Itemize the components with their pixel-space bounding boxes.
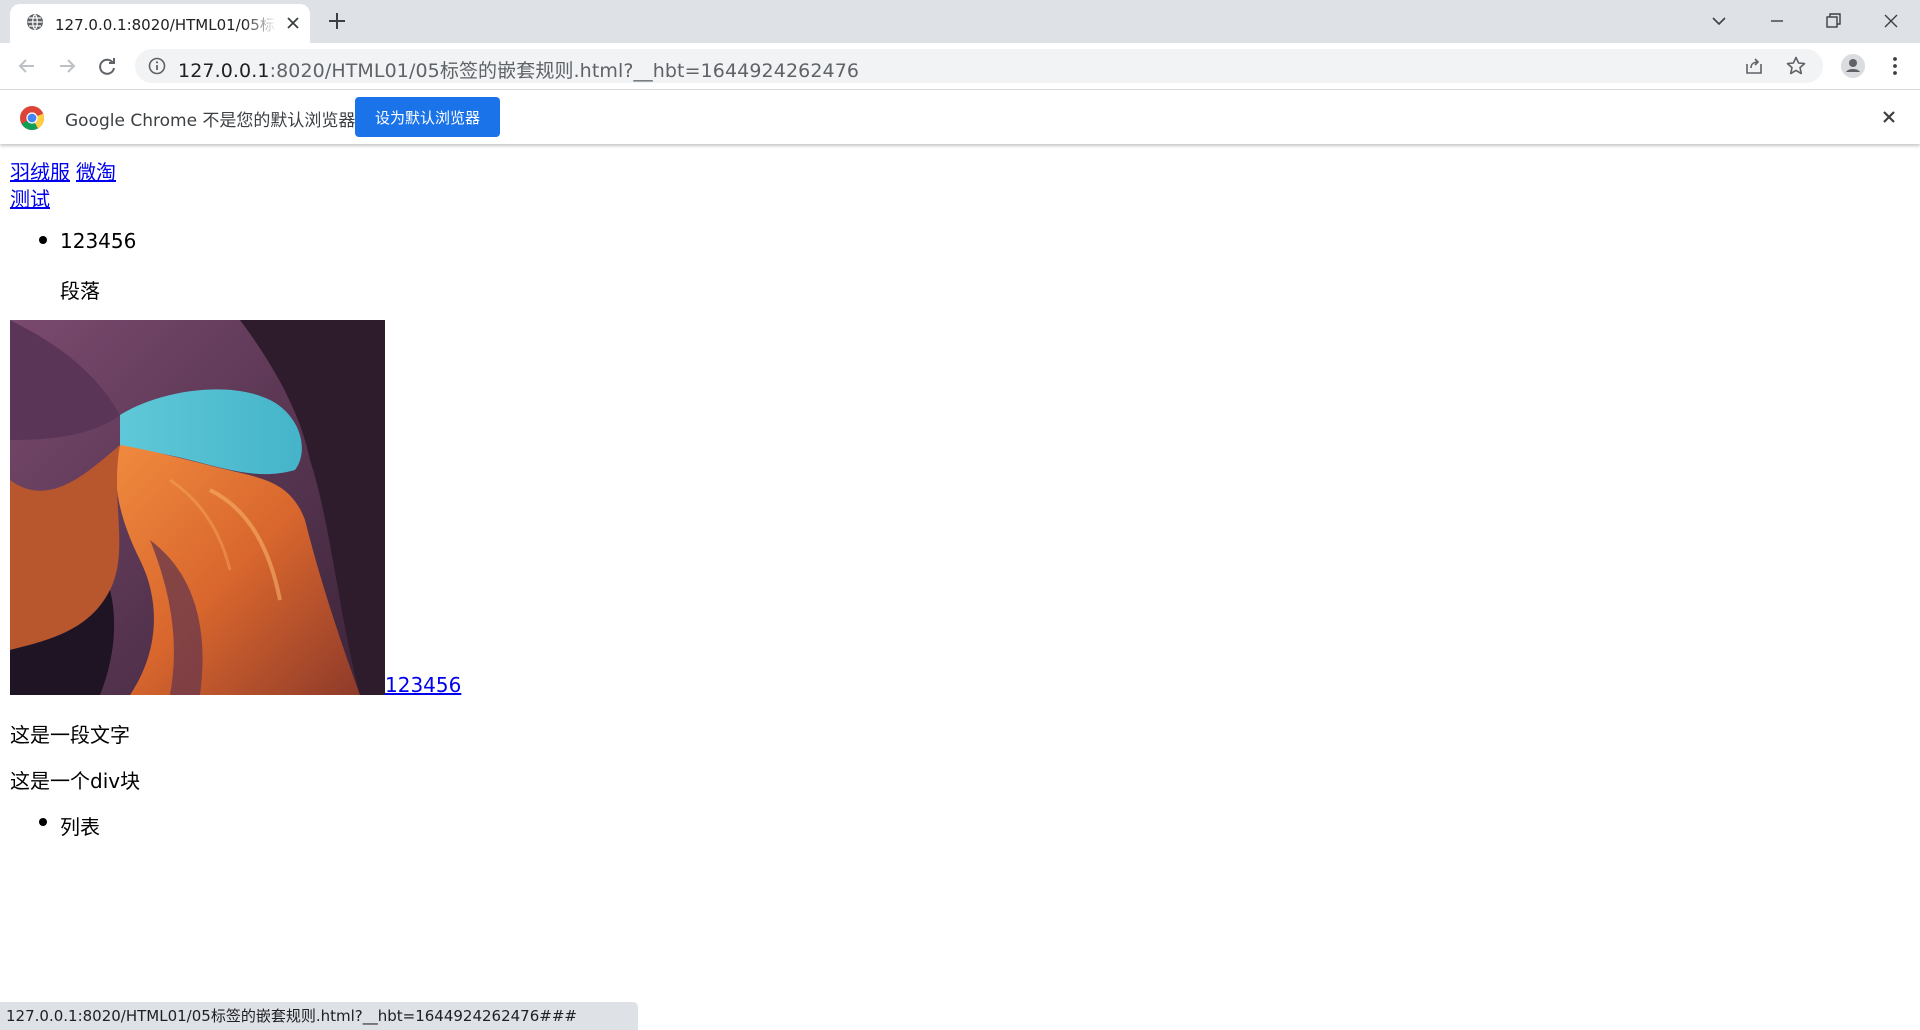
profile-avatar-icon[interactable] bbox=[1838, 51, 1868, 81]
tab-title: 127.0.0.1:8020/HTML01/05标签的嵌套规则.html?__h… bbox=[55, 16, 277, 34]
address-url[interactable]: 127.0.0.1:8020/HTML01/05标签的嵌套规则.html?__h… bbox=[178, 56, 859, 82]
link-down-jacket[interactable]: 羽绒服 bbox=[10, 156, 70, 185]
restore-icon[interactable] bbox=[1818, 6, 1848, 36]
address-host: 127.0.0.1 bbox=[178, 60, 270, 82]
list-item: 123456 bbox=[60, 229, 137, 253]
link-weitao[interactable]: 微淘 bbox=[76, 156, 116, 185]
infobar-message: Google Chrome 不是您的默认浏览器 bbox=[65, 111, 356, 131]
reload-icon[interactable] bbox=[92, 51, 122, 81]
info-icon[interactable] bbox=[147, 56, 167, 76]
kebab-menu-icon[interactable] bbox=[1880, 51, 1910, 81]
chrome-logo-icon bbox=[20, 106, 45, 131]
browser-toolbar: 127.0.0.1:8020/HTML01/05标签的嵌套规则.html?__h… bbox=[0, 43, 1920, 90]
canyon-photo[interactable] bbox=[10, 320, 385, 695]
close-window-icon[interactable] bbox=[1876, 6, 1906, 36]
new-tab-icon[interactable] bbox=[325, 9, 349, 33]
tab-close-icon[interactable] bbox=[284, 14, 302, 32]
set-default-browser-button[interactable]: 设为默认浏览器 bbox=[355, 97, 500, 137]
infobar-close-icon[interactable] bbox=[1878, 106, 1900, 128]
list-bullet bbox=[39, 236, 47, 244]
browser-window: 127.0.0.1:8020/HTML01/05标签的嵌套规则.html?__h… bbox=[0, 0, 1920, 1030]
status-bubble-url: 127.0.0.1:8020/HTML01/05标签的嵌套规则.html?__h… bbox=[0, 1002, 638, 1030]
minimize-icon[interactable] bbox=[1762, 6, 1792, 36]
image-link-text[interactable]: 123456 bbox=[385, 673, 465, 699]
forward-icon[interactable] bbox=[52, 51, 82, 81]
div-block-text: 这是一个div块 bbox=[10, 769, 141, 793]
tab-search-icon[interactable] bbox=[1704, 6, 1734, 36]
list-bullet bbox=[39, 818, 47, 826]
paragraph-text: 这是一段文字 bbox=[10, 723, 130, 747]
list-item: 列表 bbox=[60, 815, 100, 839]
default-browser-infobar: Google Chrome 不是您的默认浏览器 设为默认浏览器 bbox=[0, 90, 1920, 144]
address-bar[interactable]: 127.0.0.1:8020/HTML01/05标签的嵌套规则.html?__h… bbox=[135, 49, 1823, 83]
link-test[interactable]: 测试 bbox=[10, 183, 50, 212]
page-content: 羽绒服 微淘 测试 123456 段落 123456 这是一段文字 这是一个di… bbox=[0, 145, 1920, 1000]
address-path: :8020/HTML01/05标签的嵌套规则.html?__hbt=164492… bbox=[269, 60, 860, 82]
tab-strip: 127.0.0.1:8020/HTML01/05标签的嵌套规则.html?__h… bbox=[0, 0, 1920, 43]
globe-icon bbox=[27, 14, 43, 30]
bookmark-star-icon[interactable] bbox=[1785, 55, 1807, 77]
browser-tab[interactable]: 127.0.0.1:8020/HTML01/05标签的嵌套规则.html?__h… bbox=[10, 4, 310, 43]
list-item-paragraph: 段落 bbox=[60, 279, 100, 303]
back-icon[interactable] bbox=[12, 51, 42, 81]
share-icon[interactable] bbox=[1743, 55, 1765, 77]
